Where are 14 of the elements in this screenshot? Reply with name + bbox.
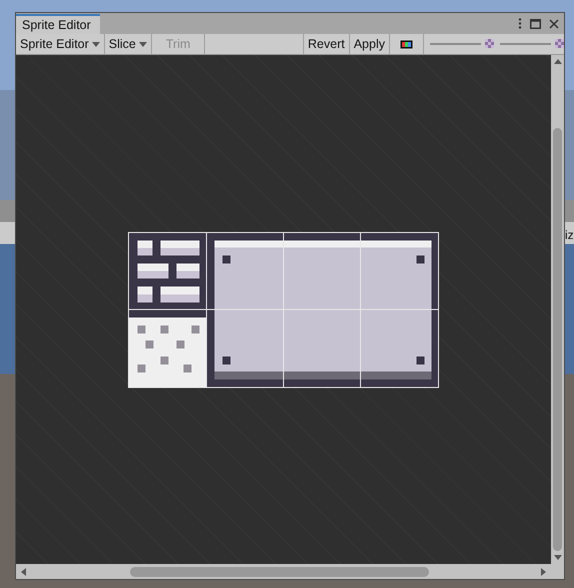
more-icon[interactable] [518, 18, 522, 29]
maximize-icon[interactable] [530, 18, 541, 28]
scroll-down-icon[interactable] [554, 555, 562, 560]
close-icon[interactable] [549, 18, 559, 28]
window-tab[interactable]: Sprite Editor [16, 14, 100, 34]
scroll-right-icon[interactable] [541, 568, 546, 576]
scroll-left-icon[interactable] [21, 568, 26, 576]
caret-icon [138, 42, 147, 46]
caret-icon [92, 42, 100, 46]
slider-thumb[interactable] [555, 39, 564, 48]
panel-label: iz [565, 228, 574, 242]
color-channels-icon [400, 40, 413, 48]
scroll-up-icon[interactable] [554, 59, 562, 64]
slider-thumb[interactable] [485, 39, 494, 48]
